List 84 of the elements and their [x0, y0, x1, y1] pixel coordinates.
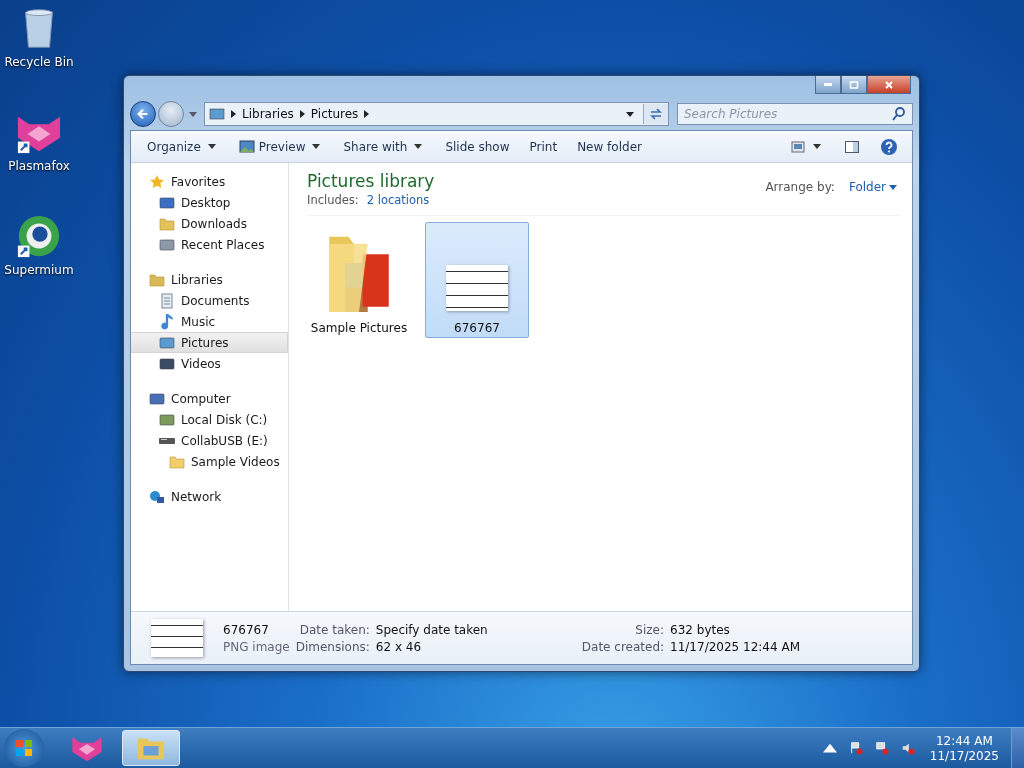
field-value: 11/17/2025 12:44 AM [670, 639, 800, 654]
clock[interactable]: 12:44 AM 11/17/2025 [923, 733, 1005, 763]
caret-icon [813, 144, 821, 149]
nav-item[interactable]: Network [131, 486, 288, 507]
search-icon[interactable] [891, 106, 907, 122]
nav-item[interactable]: Downloads [131, 213, 288, 234]
nav-item[interactable]: Computer [131, 388, 288, 409]
pane-icon [844, 138, 860, 155]
file-item[interactable]: Sample Pictures [307, 222, 411, 338]
document-icon [159, 292, 175, 309]
file-name: 676767 [223, 622, 270, 637]
minimize-icon [824, 83, 832, 86]
refresh-icon[interactable] [643, 104, 668, 124]
network-alert-icon[interactable] [874, 741, 889, 755]
minimize-button[interactable] [815, 76, 841, 94]
nav-item[interactable]: CollabUSB (E:) [131, 430, 288, 451]
start-button[interactable] [4, 729, 44, 767]
windows-logo-icon [14, 738, 34, 758]
address-bar[interactable]: Libraries Pictures [204, 102, 669, 126]
nav-item[interactable]: Favorites [131, 171, 288, 192]
breadcrumb-item[interactable]: Pictures [310, 107, 359, 121]
nav-item[interactable]: Documents [131, 290, 288, 311]
field-label: Date created: [581, 639, 665, 654]
field-label: Dimensions: [295, 639, 370, 654]
flag-alert-icon[interactable] [848, 741, 863, 755]
caret-icon [889, 184, 897, 190]
back-arrow-icon [136, 107, 150, 121]
drive-icon [159, 437, 175, 444]
file-item[interactable]: 676767 [425, 222, 529, 338]
field-value: Specify date taken [375, 622, 489, 637]
image-thumbnail [151, 619, 203, 657]
nav-item[interactable]: Local Disk (C:) [131, 409, 288, 430]
caret-icon[interactable] [626, 111, 634, 117]
star-icon [149, 173, 165, 190]
nav-item[interactable]: Sample Videos [131, 451, 288, 472]
nav-item[interactable]: Libraries [131, 269, 288, 290]
nav-item[interactable]: Music [131, 311, 288, 332]
toolbar-button[interactable]: Slide show [437, 135, 518, 158]
close-icon [884, 79, 894, 90]
field-label: Date taken: [298, 622, 370, 637]
close-button[interactable] [867, 76, 911, 94]
back-button[interactable] [130, 101, 156, 127]
file-type: PNG image [223, 639, 290, 654]
folder-icon [149, 271, 165, 288]
field-value: 62 x 46 [375, 639, 423, 654]
desktop-icon-label[interactable]: Recycle Bin [4, 55, 74, 69]
chevron-icon [364, 110, 370, 118]
arrange-label: Arrange by: [765, 180, 835, 194]
folder-icon [169, 453, 185, 470]
search-field[interactable]: Search Pictures [677, 103, 913, 125]
chevron-icon [231, 110, 236, 118]
image-thumbnail [446, 265, 508, 311]
chevron-icon [299, 110, 305, 118]
desktop-icon-label[interactable]: Supermium [4, 263, 74, 277]
toolbar-button[interactable]: Print [521, 135, 566, 158]
nav-item[interactable]: Videos [131, 353, 288, 374]
show-hidden-icons-icon[interactable] [822, 741, 837, 755]
toolbar-button[interactable]: Organize [139, 135, 227, 158]
view-icon [790, 138, 806, 155]
picture-icon [238, 138, 255, 155]
field-value: 632 bytes [670, 622, 731, 637]
caret-icon [414, 144, 423, 149]
folder-icon [159, 215, 175, 232]
nav-item[interactable]: Recent Places [131, 234, 288, 255]
arrange-dropdown[interactable]: Folder [848, 180, 900, 194]
field-label: Size: [634, 622, 665, 637]
maximize-icon [849, 79, 859, 90]
caret-icon [207, 144, 216, 149]
toolbar-button[interactable]: New folder [569, 135, 650, 158]
caret-icon [312, 144, 321, 149]
locations-link[interactable]: 2 locations [366, 193, 430, 207]
toolbar-button[interactable]: Preview [230, 134, 332, 159]
network-globe-icon [149, 488, 165, 505]
nav-item[interactable]: Pictures [131, 332, 288, 353]
speaker-muted-icon[interactable] [900, 741, 915, 755]
breadcrumb-item[interactable]: Libraries [242, 107, 294, 121]
includes-label: Includes: [307, 193, 359, 207]
toolbar-button[interactable]: Share with [335, 135, 434, 158]
library-title: Pictures library [307, 171, 436, 191]
music-note-icon [159, 313, 175, 330]
nav-item[interactable]: Desktop [131, 192, 288, 213]
help-icon [880, 137, 898, 156]
maximize-button[interactable] [841, 76, 867, 94]
desktop-icon-label[interactable]: Plasmafox [8, 159, 70, 173]
